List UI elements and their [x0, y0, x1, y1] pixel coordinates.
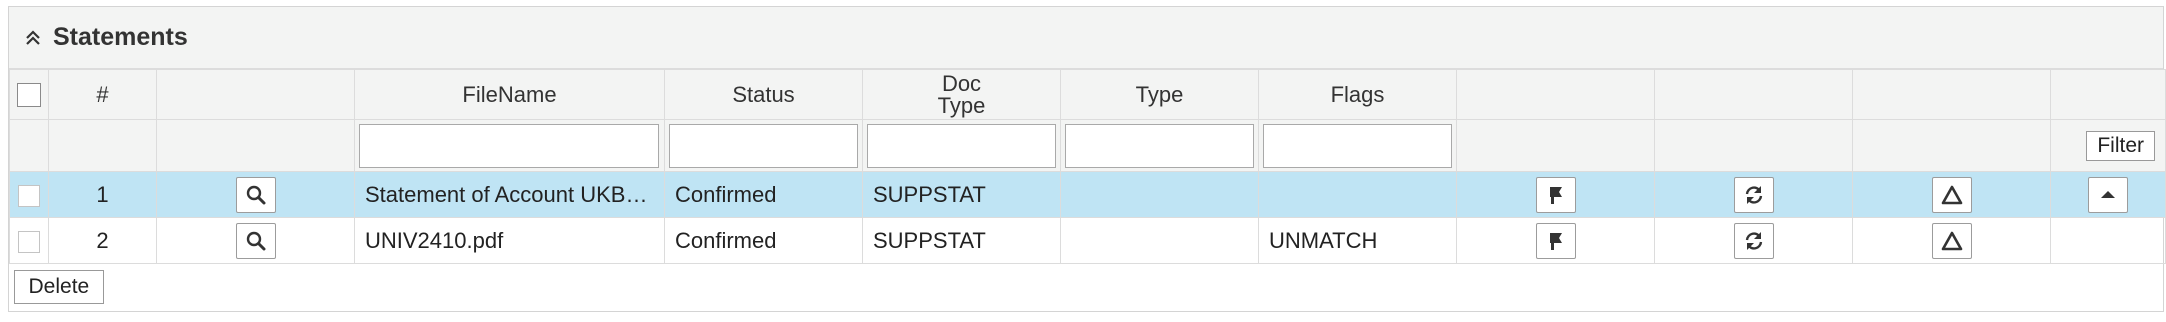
statements-panel: Statements # FileName Status Doc Type Ty… [8, 6, 2166, 312]
row-filename: UNIV2410.pdf [354, 217, 665, 264]
doctype-header-line2: Type [937, 92, 986, 118]
triangle-icon [1941, 231, 1962, 250]
filter-row: Filter [9, 119, 2166, 172]
type-filter-input[interactable] [1065, 123, 1254, 168]
row-flags [1258, 171, 1457, 218]
column-header-filename[interactable]: FileName [354, 69, 665, 120]
filter-button[interactable]: Filter [2086, 130, 2155, 161]
refresh-button[interactable] [1733, 222, 1774, 259]
view-button[interactable] [235, 176, 276, 213]
row-type [1060, 217, 1259, 264]
row-status: Confirmed [664, 171, 863, 218]
refresh-icon [1745, 231, 1762, 250]
row-number: 1 [48, 171, 157, 218]
column-header-type[interactable]: Type [1060, 69, 1259, 120]
select-all-cell [9, 69, 49, 120]
row-number: 2 [48, 217, 157, 264]
column-header-warn [1852, 69, 2051, 120]
warn-button[interactable] [1931, 222, 1972, 259]
doctype-filter-input[interactable] [867, 123, 1056, 168]
column-header-doctype[interactable]: Doc Type [862, 69, 1061, 120]
header-row: # FileName Status Doc Type Type Flags [9, 69, 2166, 120]
chevron-double-up-icon[interactable] [23, 28, 43, 48]
column-header-route [1456, 69, 1655, 120]
column-header-refresh [1654, 69, 1853, 120]
filename-filter-input[interactable] [359, 123, 659, 168]
row-checkbox[interactable] [18, 230, 40, 253]
column-header-flags[interactable]: Flags [1258, 69, 1457, 120]
table-row[interactable]: 2 UNIV2410.pdf Confirmed SUPPSTAT UNMATC… [9, 217, 2166, 264]
footer-row: Delete [10, 264, 2166, 310]
column-header-sort [2050, 69, 2166, 120]
warn-button[interactable] [1931, 176, 1972, 213]
flag-icon [1549, 232, 1562, 250]
panel-title: Statements [53, 23, 188, 51]
row-doctype: SUPPSTAT [862, 171, 1061, 218]
row-filename: Statement of Account UKB… [354, 171, 665, 218]
select-all-checkbox[interactable] [17, 82, 41, 107]
caret-up-icon [2101, 190, 2115, 198]
column-header-num[interactable]: # [48, 69, 157, 120]
sort-button[interactable] [2088, 176, 2128, 213]
magnifier-icon [246, 231, 265, 250]
row-checkbox[interactable] [18, 184, 40, 207]
column-header-status[interactable]: Status [664, 69, 863, 120]
delete-button[interactable]: Delete [13, 269, 105, 304]
status-filter-input[interactable] [669, 123, 858, 168]
magnifier-icon [246, 185, 265, 204]
route-button[interactable] [1535, 176, 1576, 213]
panel-header[interactable]: Statements [9, 7, 2163, 69]
route-button[interactable] [1535, 222, 1576, 259]
refresh-icon [1745, 185, 1762, 204]
row-type [1060, 171, 1259, 218]
statements-table: # FileName Status Doc Type Type Flags Fi… [9, 69, 2166, 310]
triangle-icon [1941, 185, 1962, 204]
row-doctype: SUPPSTAT [862, 217, 1061, 264]
column-header-view [156, 69, 355, 120]
view-button[interactable] [235, 222, 276, 259]
flag-icon [1549, 186, 1562, 204]
row-status: Confirmed [664, 217, 863, 264]
table-row[interactable]: 1 Statement of Account UKB… Confirmed SU… [9, 171, 2166, 218]
flags-filter-input[interactable] [1263, 123, 1452, 168]
row-flags: UNMATCH [1258, 217, 1457, 264]
refresh-button[interactable] [1733, 176, 1774, 213]
